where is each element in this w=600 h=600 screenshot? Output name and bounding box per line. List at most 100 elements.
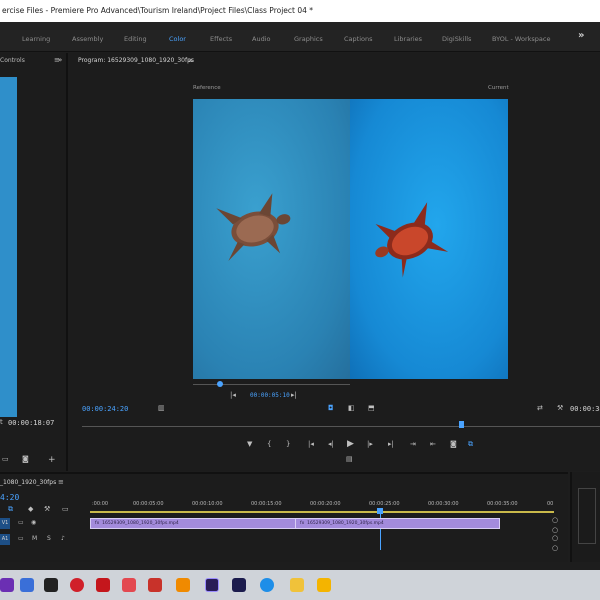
settings-wrench-icon[interactable]: ⚒: [557, 404, 563, 412]
mark-out-icon[interactable]: }: [286, 440, 290, 448]
ruler-tick: 00:00:15:00: [251, 501, 282, 507]
ruler-tick: 00: [547, 501, 554, 507]
program-tab[interactable]: Program: 16529309_1080_1920_30fps: [78, 57, 194, 64]
ruler-tick: :00:00: [92, 501, 109, 507]
workspaces-bar: Learning Assembly Editing Color Effects …: [0, 22, 600, 52]
track-v1-label[interactable]: V1: [0, 518, 10, 529]
workspace-tab-effects[interactable]: Effects: [210, 22, 232, 52]
app-icon[interactable]: [20, 578, 34, 592]
more-workspaces-icon[interactable]: »: [578, 30, 584, 41]
source-video-preview: [0, 77, 17, 417]
export-frame-icon[interactable]: ◙: [22, 455, 29, 463]
audio-meter-panel: [570, 472, 600, 562]
fit-select-icon[interactable]: ▥: [158, 404, 165, 412]
scroll-handle-icon[interactable]: ○: [552, 534, 558, 542]
netflix-icon[interactable]: [96, 578, 110, 592]
ruler-tick: 00:00:25:00: [369, 501, 400, 507]
play-icon[interactable]: ▶: [347, 439, 354, 449]
program-duration: 00:00:34: [570, 405, 600, 413]
turtle-reference-image: [216, 193, 291, 261]
file-explorer-icon[interactable]: [290, 578, 304, 592]
source-timecode: 00:00:18:07: [8, 419, 55, 427]
workspace-tab-libraries[interactable]: Libraries: [394, 22, 422, 52]
workspace-tab-audio[interactable]: Audio: [252, 22, 270, 52]
step-forward-icon[interactable]: |▸: [367, 440, 373, 448]
app-icon[interactable]: [317, 578, 331, 592]
app-icon[interactable]: [44, 578, 58, 592]
settings-display-icon[interactable]: ▤: [346, 455, 353, 463]
captions-icon[interactable]: ▭: [62, 505, 69, 513]
workspace-tab-color[interactable]: Color: [169, 22, 186, 52]
go-to-previous-edit-icon[interactable]: |◂: [230, 391, 236, 399]
export-frame-icon-program[interactable]: ◙: [450, 440, 457, 448]
program-playhead[interactable]: [459, 421, 464, 428]
workspace-tab-graphics[interactable]: Graphics: [294, 22, 323, 52]
snap-icon[interactable]: ⧉: [8, 505, 13, 514]
microphone-icon[interactable]: ♪: [61, 535, 65, 542]
workspace-tab-learning[interactable]: Learning: [22, 22, 50, 52]
edge-icon[interactable]: [260, 578, 274, 592]
insert-icon-program[interactable]: ⇥: [410, 440, 416, 448]
comparison-toggle-icon[interactable]: ⧉: [468, 440, 473, 449]
left-panel: Controls ≡ 00:00:18:07 t ▭ ◙ +: [0, 53, 68, 471]
workspace-tab-assembly[interactable]: Assembly: [72, 22, 103, 52]
workspace-tab-digiskills[interactable]: DigiSkills: [442, 22, 471, 52]
timeline-settings-icon[interactable]: ⚒: [44, 505, 50, 513]
app-icon[interactable]: [232, 578, 246, 592]
mark-in-icon[interactable]: {: [267, 440, 271, 448]
program-scrub-bar[interactable]: [82, 426, 600, 427]
fx-badge: fx: [300, 521, 305, 526]
vlc-icon[interactable]: [176, 578, 190, 592]
video-clip[interactable]: fx 16529309_1080_1920_30fps.mp4: [90, 518, 296, 529]
window-title: ercise Files - Premiere Pro Advanced\Tou…: [0, 0, 600, 22]
video-clip[interactable]: fx 16529309_1080_1920_30fps.mp4: [295, 518, 500, 529]
track-a1-label[interactable]: A1: [0, 534, 10, 545]
add-marker-icon[interactable]: ▼: [247, 440, 252, 448]
scroll-handle-icon[interactable]: ○: [552, 516, 558, 524]
premiere-pro-icon[interactable]: [205, 578, 219, 592]
go-to-next-edit-icon[interactable]: ▸|: [291, 391, 297, 399]
reference-timecode: 00:00:05:10: [250, 392, 290, 399]
sequence-tab[interactable]: _1080_1920_30fps: [0, 479, 56, 486]
work-area-bar[interactable]: [90, 511, 554, 513]
scroll-handle-icon[interactable]: ○: [552, 526, 558, 534]
linked-selection-icon[interactable]: ◆: [28, 505, 33, 513]
ruler-tick: 00:00:30:00: [428, 501, 459, 507]
app-icon[interactable]: [148, 578, 162, 592]
side-by-side-icon[interactable]: ◧: [348, 404, 355, 412]
go-to-out-icon[interactable]: ▸|: [388, 440, 394, 448]
mute-button[interactable]: M: [32, 535, 37, 542]
track-output-icon[interactable]: ▭: [18, 519, 24, 526]
fit-icon[interactable]: t: [0, 418, 3, 426]
overwrite-icon[interactable]: ⇤: [430, 440, 436, 448]
turtle-current-image: [375, 202, 449, 278]
ruler-tick: 00:00:20:00: [310, 501, 341, 507]
app-icon[interactable]: [0, 578, 14, 592]
split-view-icon[interactable]: ⬒: [368, 404, 375, 412]
controls-tab[interactable]: Controls: [0, 57, 25, 64]
clip-label: 16529309_1080_1920_30fps.mp4: [307, 521, 384, 526]
opera-icon[interactable]: [70, 578, 84, 592]
reference-playhead[interactable]: [217, 381, 223, 387]
comparison-view-icon[interactable]: ◘: [328, 404, 334, 412]
go-to-in-icon[interactable]: |◂: [308, 440, 314, 448]
program-menu-icon[interactable]: ≡: [188, 57, 193, 64]
eye-icon[interactable]: ◉: [31, 519, 36, 526]
workspace-tab-byol[interactable]: BYOL - Workspace: [492, 22, 550, 52]
step-back-icon[interactable]: ◂|: [328, 440, 334, 448]
workspace-tab-editing[interactable]: Editing: [124, 22, 147, 52]
swap-icon[interactable]: ⇄: [537, 404, 543, 412]
workspace-tab-captions[interactable]: Captions: [344, 22, 373, 52]
insert-icon[interactable]: ▭: [2, 455, 9, 463]
track-output-icon-audio[interactable]: ▭: [18, 535, 24, 542]
acrobat-icon[interactable]: [122, 578, 136, 592]
solo-button[interactable]: S: [47, 535, 51, 542]
panel-more-icon[interactable]: »: [58, 56, 62, 64]
timeline-timecode[interactable]: 4:20: [0, 493, 19, 502]
ruler-tick: 00:00:05:00: [133, 501, 164, 507]
program-timecode[interactable]: 00:00:24:20: [82, 405, 128, 413]
sequence-menu-icon[interactable]: ≡: [58, 478, 64, 486]
scroll-handle-icon[interactable]: ○: [552, 544, 558, 552]
add-button-icon[interactable]: +: [48, 455, 56, 465]
audio-meter: [578, 488, 596, 544]
